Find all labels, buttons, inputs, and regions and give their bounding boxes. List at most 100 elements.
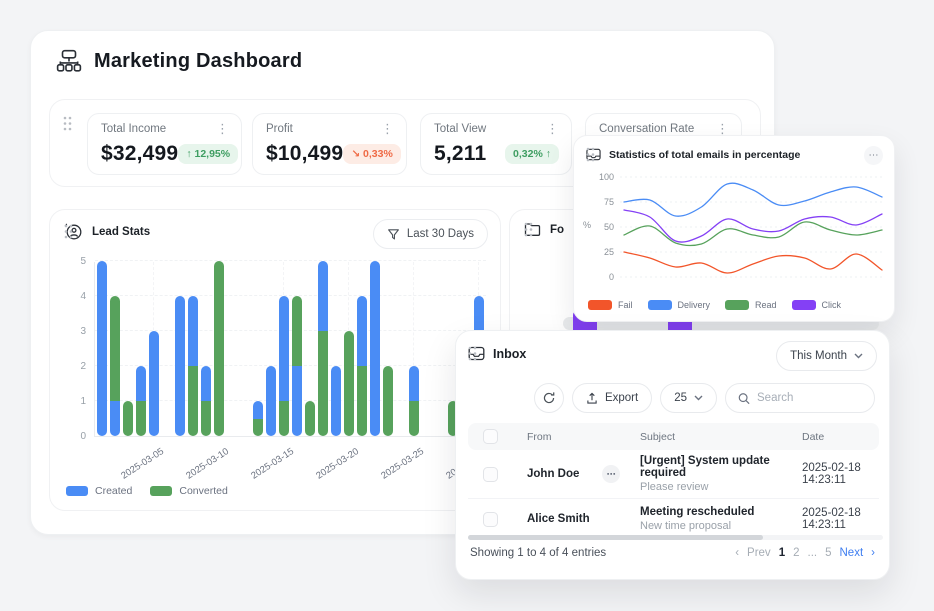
legend-swatch	[66, 486, 88, 496]
row-menu-icon[interactable]: ⋯	[602, 465, 620, 483]
axis-tick-label: 2025-03-05	[119, 446, 166, 482]
row-checkbox[interactable]	[483, 467, 498, 482]
axis-tick-label: 0	[596, 272, 614, 282]
lead-bar	[305, 401, 315, 436]
axis-tick-label: 5	[62, 256, 86, 267]
screen: Marketing Dashboard Total Income ⋮ $32,4…	[0, 0, 934, 611]
lead-bar	[136, 366, 146, 436]
legend-swatch	[725, 300, 749, 310]
horizontal-scrollbar[interactable]	[468, 535, 883, 540]
kebab-menu-icon[interactable]: ⋮	[716, 124, 729, 134]
axis-tick-label: 2025-03-20	[314, 446, 361, 482]
axis-tick-label: 0	[62, 431, 86, 442]
subject-text: Meeting rescheduled	[640, 506, 782, 518]
lead-bar	[357, 296, 367, 436]
legend-label: Created	[95, 485, 132, 497]
lead-bar	[279, 296, 289, 436]
page-size-value: 25	[674, 392, 687, 404]
export-icon	[586, 392, 598, 405]
page-ellipsis: ...	[808, 547, 818, 559]
subject-preview: New time proposal	[640, 520, 782, 532]
bar-chart-plot	[94, 262, 486, 437]
inbox-footer: Showing 1 to 4 of 4 entries ‹ Prev 1 2 .…	[470, 547, 875, 559]
stat-value: 5,211	[434, 142, 486, 166]
lead-bar	[201, 366, 211, 436]
axis-tick-label: 3	[62, 326, 86, 337]
period-label: This Month	[790, 350, 847, 362]
kebab-menu-icon[interactable]: ⋮	[381, 124, 394, 134]
line-series-read	[624, 222, 882, 246]
line-chart-legend: FailDeliveryReadClick	[588, 300, 841, 310]
lead-bar	[188, 296, 198, 436]
trend-badge: 0,32% ↑	[505, 144, 559, 164]
table-row[interactable]: Alice Smith Meeting rescheduled New time…	[468, 499, 879, 539]
sitemap-icon	[56, 48, 82, 74]
refresh-button[interactable]	[534, 383, 564, 413]
stat-card-total-income: Total Income ⋮ $32,499 ↑ 12,95%	[87, 113, 242, 175]
bar-chart-legend: Created Converted	[66, 485, 228, 497]
page-size-dropdown[interactable]: 25	[660, 383, 717, 413]
page-button-5[interactable]: 5	[825, 547, 831, 559]
legend-item: Delivery	[648, 300, 711, 310]
page-button-2[interactable]: 2	[793, 547, 799, 559]
export-label: Export	[605, 392, 638, 404]
lead-bar	[214, 261, 224, 436]
export-button[interactable]: Export	[572, 383, 652, 413]
legend-item: Click	[792, 300, 842, 310]
sender-name: Alice Smith	[527, 513, 590, 525]
prev-page-button[interactable]: Prev	[747, 547, 771, 559]
lead-bar	[409, 366, 419, 436]
gridline	[95, 260, 486, 261]
bar-chart-y-axis: 012345	[62, 210, 86, 450]
next-chevron-icon[interactable]: ›	[871, 547, 875, 559]
subject-text: [Urgent] System update required	[640, 455, 782, 479]
axis-tick-label: 4	[62, 291, 86, 302]
chevron-down-icon	[854, 353, 863, 359]
widget-title: Fo	[550, 224, 564, 236]
entries-summary: Showing 1 to 4 of 4 entries	[470, 547, 606, 559]
line-chart-y-axis: 1007550250	[596, 172, 614, 284]
trend-badge: ↑ 12,95%	[178, 144, 238, 164]
stat-label: Total Income	[101, 123, 166, 135]
drag-handle-icon[interactable]	[524, 222, 533, 237]
legend-item: Created	[66, 485, 132, 497]
kebab-menu-icon[interactable]: ⋮	[216, 124, 229, 134]
search-input[interactable]	[757, 392, 862, 404]
widget-title: Lead Stats	[92, 226, 150, 238]
stat-card-profit: Profit ⋮ $10,499 ↘ 0,33%	[252, 113, 407, 175]
axis-tick-label: 25	[596, 247, 614, 257]
widget-title: Statistics of total emails in percentage	[609, 149, 800, 161]
date-text: 2025-02-18 14:23:11	[790, 462, 879, 486]
legend-label: Converted	[179, 485, 227, 497]
scrollbar-thumb[interactable]	[468, 535, 763, 540]
prev-chevron-icon[interactable]: ‹	[735, 547, 739, 559]
drag-handle-icon[interactable]	[586, 147, 595, 162]
lead-bar	[97, 261, 107, 436]
table-header-row: From Subject Date	[468, 423, 879, 450]
last-30-days-filter-button[interactable]: Last 30 Days	[373, 219, 488, 249]
column-header-from: From	[512, 431, 630, 443]
table-row[interactable]: John Doe ⋯ [Urgent] System update requir…	[468, 450, 879, 499]
line-series-click	[624, 210, 882, 242]
period-dropdown[interactable]: This Month	[776, 341, 877, 371]
more-options-icon[interactable]: ⋯	[864, 146, 883, 165]
date-text: 2025-02-18 14:23:11	[790, 507, 879, 531]
line-series-delivery	[624, 183, 882, 216]
lead-bar	[123, 401, 133, 436]
lead-bar	[292, 296, 302, 436]
stat-value: $10,499	[266, 142, 343, 166]
axis-tick-label: 100	[596, 172, 614, 182]
subject-preview: Please review	[640, 481, 782, 493]
filter-label: Last 30 Days	[407, 228, 474, 240]
page-button-1[interactable]: 1	[779, 547, 785, 559]
lead-bar	[266, 366, 276, 436]
kebab-menu-icon[interactable]: ⋮	[546, 124, 559, 134]
lead-bar	[110, 296, 120, 436]
select-all-checkbox[interactable]	[483, 429, 498, 444]
stat-label: Profit	[266, 123, 293, 135]
drag-handle-icon[interactable]	[63, 116, 72, 131]
next-page-button[interactable]: Next	[840, 547, 864, 559]
drag-handle-icon[interactable]	[468, 346, 477, 361]
column-header-date: Date	[790, 431, 879, 443]
row-checkbox[interactable]	[483, 512, 498, 527]
